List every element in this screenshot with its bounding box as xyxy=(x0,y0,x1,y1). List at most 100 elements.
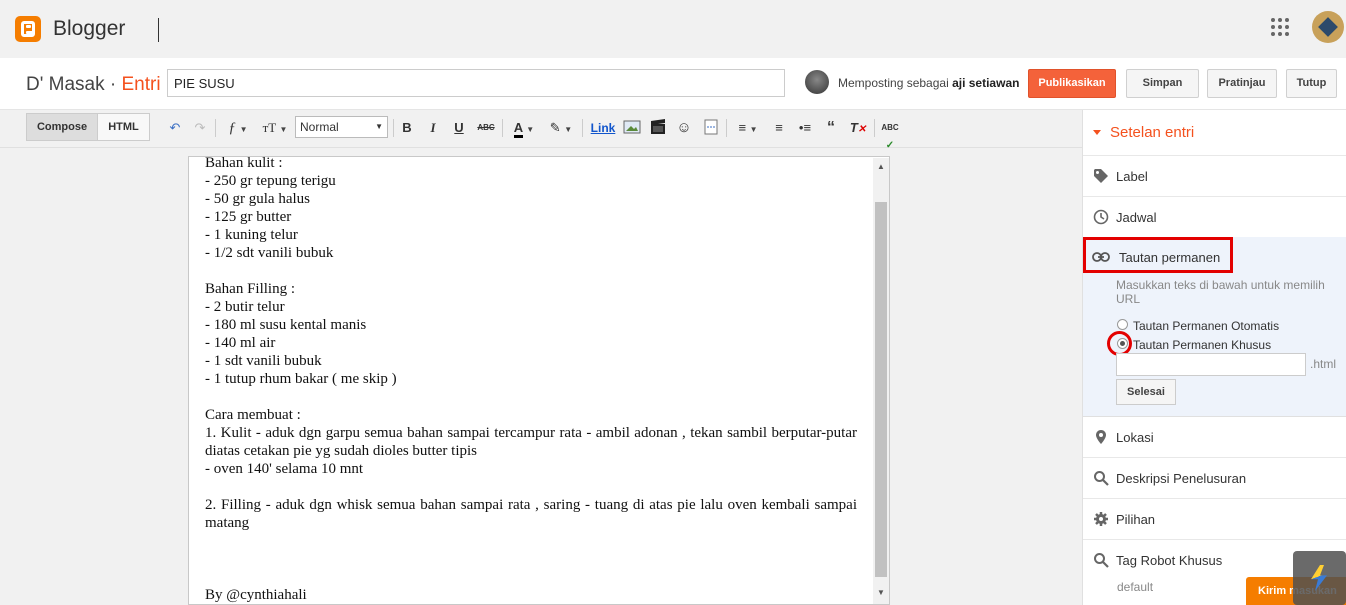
expand-triangle-icon xyxy=(1093,130,1101,135)
lightning-badge-icon xyxy=(1293,551,1346,605)
sidebar-item-options[interactable]: Pilihan xyxy=(1083,499,1346,540)
editor-line[interactable] xyxy=(205,388,857,406)
search-icon xyxy=(1094,553,1109,568)
alignment-icon[interactable]: ≡ ▼ xyxy=(733,119,763,137)
redo-icon[interactable]: ↷ xyxy=(192,119,208,137)
auto-permalink-label[interactable]: Tautan Permanen Otomatis xyxy=(1133,319,1279,333)
top-bar: Blogger xyxy=(0,0,1346,58)
save-button[interactable]: Simpan xyxy=(1126,69,1199,98)
remove-formatting-icon[interactable]: T✕ xyxy=(848,119,868,137)
robot-tags-default-value: default xyxy=(1117,580,1154,594)
editor-line[interactable]: - 1 kuning telur xyxy=(205,226,857,244)
account-avatar[interactable] xyxy=(1312,11,1344,43)
insert-emoji-icon[interactable]: ☺ xyxy=(675,119,693,137)
toolbar-divider xyxy=(502,119,503,137)
editor-line[interactable]: - 1/2 sdt vanili bubuk xyxy=(205,244,857,262)
insert-image-icon[interactable] xyxy=(623,119,641,137)
auto-permalink-radio[interactable] xyxy=(1117,319,1128,330)
blog-breadcrumb: D' Masak · Entri xyxy=(26,74,161,96)
editor-line[interactable]: - 180 ml susu kental manis xyxy=(205,316,857,334)
sidebar-item-label[interactable]: Label xyxy=(1083,156,1346,197)
post-body-editor[interactable]: Bahan kulit :- 250 gr tepung terigu - 50 … xyxy=(188,156,890,605)
toolbar-divider xyxy=(726,119,727,137)
post-title-input[interactable] xyxy=(167,69,785,97)
insert-link-button[interactable]: Link xyxy=(589,119,617,137)
insert-jump-break-icon[interactable] xyxy=(702,119,720,137)
bulleted-list-icon[interactable]: •≡ xyxy=(796,119,814,137)
editor-line[interactable]: Bahan Filling : xyxy=(205,280,857,298)
editor-line[interactable]: By @cynthiahali xyxy=(205,586,857,604)
preview-button[interactable]: Pratinjau xyxy=(1207,69,1277,98)
editor-line[interactable]: Cara membuat : xyxy=(205,406,857,424)
custom-permalink-label[interactable]: Tautan Permanen Khusus xyxy=(1133,338,1271,352)
tag-icon xyxy=(1094,169,1108,183)
editor-line[interactable]: Bahan kulit : xyxy=(205,157,857,172)
editor-line[interactable]: - 250 gr tepung terigu xyxy=(205,172,857,190)
highlight-color-icon[interactable]: ✎ ▼ xyxy=(546,119,576,137)
editor-scrollbar[interactable]: ▲ ▼ xyxy=(873,158,889,604)
toolbar-divider xyxy=(874,119,875,137)
editor-line[interactable] xyxy=(205,550,857,568)
done-button[interactable]: Selesai xyxy=(1116,379,1176,405)
permalink-description: Masukkan teks di bawah untuk memilih URL xyxy=(1116,278,1325,306)
editor-line[interactable]: - oven 140' selama 10 mnt xyxy=(205,460,857,478)
author-avatar xyxy=(805,70,829,94)
undo-icon[interactable]: ↶ xyxy=(167,119,183,137)
html-mode-button[interactable]: HTML xyxy=(97,113,150,141)
publish-button[interactable]: Publikasikan xyxy=(1028,69,1116,98)
toolbar-divider xyxy=(215,119,216,137)
text-color-icon[interactable]: A ▼ xyxy=(509,119,539,138)
search-icon xyxy=(1094,471,1109,486)
scroll-up-icon[interactable]: ▲ xyxy=(873,160,889,174)
editor-toolbar: Compose HTML ↶ ↷ ƒ ▼ тТ ▼ Normal ▼ B I U … xyxy=(0,110,1082,151)
insert-video-icon[interactable] xyxy=(649,119,667,137)
font-size-icon[interactable]: тТ ▼ xyxy=(259,119,291,137)
compose-mode-button[interactable]: Compose xyxy=(26,113,98,141)
post-header: D' Masak · Entri Memposting sebagai aji … xyxy=(0,58,1346,110)
author-name: aji setiawan xyxy=(952,76,1020,90)
scroll-down-icon[interactable]: ▼ xyxy=(873,586,889,600)
editor-line[interactable]: - 1 sdt vanili bubuk xyxy=(205,352,857,370)
bold-icon[interactable]: B xyxy=(400,119,414,137)
sidebar-item-location[interactable]: Lokasi xyxy=(1083,417,1346,458)
editor-line[interactable]: - 2 butir telur xyxy=(205,298,857,316)
blogger-logo-icon[interactable] xyxy=(15,16,41,42)
close-button[interactable]: Tutup xyxy=(1286,69,1337,98)
section-name: Entri xyxy=(121,74,161,95)
post-settings-header[interactable]: Setelan entri xyxy=(1083,110,1346,156)
brand-separator xyxy=(158,18,159,42)
strikethrough-icon[interactable]: ABC xyxy=(476,119,496,137)
numbered-list-icon[interactable]: ≡ xyxy=(770,119,788,137)
italic-icon[interactable]: I xyxy=(426,119,440,137)
editor-line[interactable]: - 50 gr gula halus xyxy=(205,190,857,208)
font-family-icon[interactable]: ƒ ▼ xyxy=(224,119,252,137)
editor-line[interactable] xyxy=(205,478,857,496)
quote-icon[interactable]: “ xyxy=(822,119,840,137)
editor-line[interactable] xyxy=(205,262,857,280)
editor-line[interactable] xyxy=(205,568,857,586)
sidebar-item-schedule[interactable]: Jadwal xyxy=(1083,197,1346,238)
editor-line[interactable] xyxy=(205,532,857,550)
editor-line[interactable]: - 140 ml air xyxy=(205,334,857,352)
gear-icon xyxy=(1094,512,1108,526)
custom-permalink-input[interactable] xyxy=(1116,353,1306,376)
breadcrumb-separator: · xyxy=(104,74,122,95)
spellcheck-icon[interactable]: ABC ✓ xyxy=(880,119,900,151)
brand-name[interactable]: Blogger xyxy=(53,17,125,41)
scroll-thumb[interactable] xyxy=(875,202,887,577)
posting-as-text: Memposting sebagai aji setiawan xyxy=(838,76,1020,90)
location-pin-icon xyxy=(1096,430,1106,444)
apps-grid-icon[interactable] xyxy=(1271,18,1289,36)
underline-icon[interactable]: U xyxy=(452,119,466,137)
post-body-text[interactable]: Bahan kulit :- 250 gr tepung terigu - 50 … xyxy=(205,157,857,604)
sidebar-item-search-description[interactable]: Deskripsi Penelusuran xyxy=(1083,458,1346,499)
toolbar-divider xyxy=(393,119,394,137)
editor-line[interactable]: - 125 gr butter xyxy=(205,208,857,226)
editor-line[interactable]: - 1 tutup rhum bakar ( me skip ) xyxy=(205,370,857,388)
editor-line[interactable]: 1. Kulit - aduk dgn garpu semua bahan sa… xyxy=(205,424,857,460)
paragraph-style-select[interactable]: Normal ▼ xyxy=(295,116,388,138)
blog-name[interactable]: D' Masak xyxy=(26,74,105,95)
editor-line[interactable]: 2. Filling - aduk dgn whisk semua bahan … xyxy=(205,496,857,532)
html-suffix: .html xyxy=(1310,357,1337,371)
permalink-highlight-annotation xyxy=(1083,237,1233,273)
